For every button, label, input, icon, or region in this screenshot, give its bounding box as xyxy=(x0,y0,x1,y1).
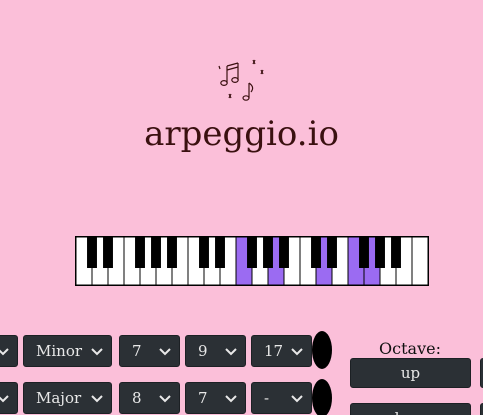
chevron-down-icon xyxy=(0,395,9,403)
black-key[interactable] xyxy=(151,237,161,268)
octave-label: Octave: xyxy=(379,339,441,358)
quality-select-2[interactable]: Major xyxy=(23,382,112,414)
chevron-down-icon xyxy=(159,348,171,356)
root-note-select-1[interactable] xyxy=(0,335,18,367)
chevron-down-icon xyxy=(225,395,237,403)
interval-select-1c[interactable]: 17 xyxy=(251,335,312,367)
app-title: arpeggio.io xyxy=(144,114,339,154)
chevron-down-icon xyxy=(291,395,303,403)
interval-select-1b[interactable]: 9 xyxy=(185,335,246,367)
chevron-down-icon xyxy=(225,348,237,356)
app-page: arpeggio.io Minor 7 9 17 Major 8 7 - Oct… xyxy=(0,0,483,415)
music-notes-icon xyxy=(218,59,264,101)
black-key[interactable] xyxy=(375,237,385,268)
octave-down-button[interactable]: down xyxy=(350,403,471,415)
octave-up-button[interactable]: up xyxy=(350,358,471,388)
piano-keyboard[interactable] xyxy=(75,236,429,286)
interval-select-1a[interactable]: 7 xyxy=(119,335,180,367)
quality-select-1[interactable]: Minor xyxy=(23,335,112,367)
black-key[interactable] xyxy=(199,237,209,268)
white-key[interactable] xyxy=(411,236,429,286)
chevron-down-icon xyxy=(291,348,303,356)
black-key[interactable] xyxy=(247,237,257,268)
interval-select-2c[interactable]: - xyxy=(251,382,312,414)
black-key[interactable] xyxy=(359,237,369,268)
play-toggle-1[interactable] xyxy=(312,331,332,369)
interval-select-2a[interactable]: 8 xyxy=(119,382,180,414)
black-key[interactable] xyxy=(279,237,289,268)
root-note-select-2[interactable] xyxy=(0,382,18,414)
interval-select-2b[interactable]: 7 xyxy=(185,382,246,414)
chevron-down-icon xyxy=(0,348,9,356)
play-toggle-2[interactable] xyxy=(312,379,332,415)
black-key[interactable] xyxy=(311,237,321,268)
black-key[interactable] xyxy=(215,237,225,268)
black-key[interactable] xyxy=(103,237,113,268)
black-key[interactable] xyxy=(87,237,97,268)
black-key[interactable] xyxy=(391,237,401,268)
chevron-down-icon xyxy=(159,395,171,403)
black-key[interactable] xyxy=(263,237,273,268)
chevron-down-icon xyxy=(91,348,103,356)
black-key[interactable] xyxy=(327,237,337,268)
black-key[interactable] xyxy=(135,237,145,268)
chevron-down-icon xyxy=(91,395,103,403)
black-key[interactable] xyxy=(167,237,177,268)
